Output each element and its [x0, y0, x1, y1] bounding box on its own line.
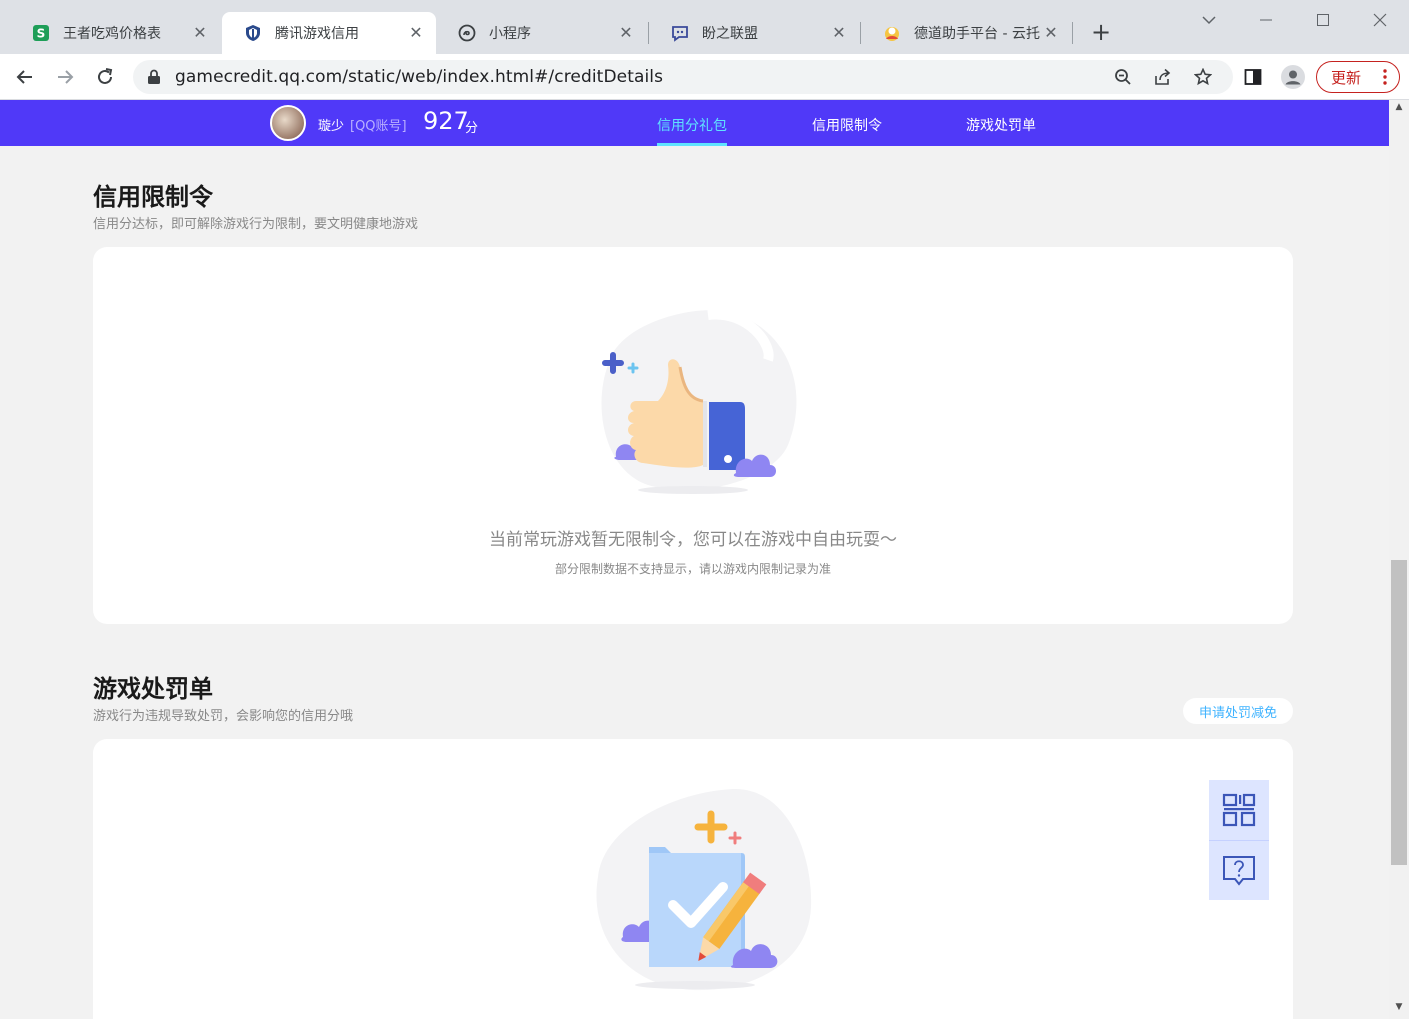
- profile-icon[interactable]: [1279, 63, 1307, 91]
- scroll-thumb[interactable]: [1391, 560, 1407, 865]
- tab-tencent-credit[interactable]: 腾讯游戏信用 ✕: [222, 12, 436, 54]
- apply-penalty-reduction-button[interactable]: 申请处罚减免: [1183, 698, 1293, 724]
- close-icon[interactable]: ✕: [408, 25, 424, 41]
- tab-title: 小程序: [489, 26, 531, 42]
- tab-title: 德道助手平台 - 云托: [914, 26, 1040, 42]
- score-unit: 分: [465, 121, 479, 136]
- new-tab-button[interactable]: +: [1088, 20, 1114, 46]
- update-button[interactable]: 更新: [1316, 61, 1400, 93]
- browser-toolbar: gamecredit.qq.com/static/web/index.html#…: [0, 54, 1409, 100]
- close-icon[interactable]: ✕: [831, 25, 847, 41]
- miniprogram-icon: [458, 24, 476, 42]
- url-text[interactable]: gamecredit.qq.com/static/web/index.html#…: [175, 67, 663, 87]
- close-icon[interactable]: ✕: [618, 25, 634, 41]
- restriction-card: 当前常玩游戏暂无限制令，您可以在游戏中自由玩耍～ 部分限制数据不支持显示，请以游…: [93, 247, 1293, 624]
- close-icon[interactable]: ✕: [192, 25, 208, 41]
- restriction-empty-message: 当前常玩游戏暂无限制令，您可以在游戏中自由玩耍～: [489, 530, 897, 550]
- qr-code-icon: [1222, 793, 1256, 827]
- back-icon[interactable]: [11, 63, 39, 91]
- penalty-subtitle: 游戏行为违规导致处罚，会影响您的信用分哦: [93, 709, 354, 724]
- close-icon[interactable]: ✕: [1043, 25, 1059, 41]
- nav-penalty[interactable]: 游戏处罚单: [966, 115, 1036, 135]
- tab-price-sheet[interactable]: S 王者吃鸡价格表 ✕: [10, 12, 220, 54]
- site-nav: 璇少 [QQ账号] 927 分 信用分礼包 信用限制令 游戏处罚单: [0, 100, 1389, 146]
- dedao-icon: [883, 24, 901, 42]
- credit-score: 927: [423, 107, 469, 135]
- tab-search-icon[interactable]: [1194, 8, 1224, 32]
- page-scrollbar[interactable]: ▲ ▼: [1389, 100, 1409, 1019]
- user-name: 璇少: [318, 119, 345, 134]
- nav-restriction[interactable]: 信用限制令: [812, 115, 882, 135]
- tab-pan-alliance[interactable]: 盼之联盟 ✕: [649, 12, 859, 54]
- scroll-down-icon[interactable]: ▼: [1389, 1002, 1409, 1016]
- sheets-icon: S: [32, 24, 50, 42]
- side-panel-icon[interactable]: [1239, 63, 1267, 91]
- window-close-icon[interactable]: [1365, 8, 1395, 32]
- tab-title: 盼之联盟: [702, 26, 758, 42]
- forward-icon[interactable]: [51, 63, 79, 91]
- scroll-up-icon[interactable]: ▲: [1389, 102, 1409, 116]
- update-label: 更新: [1331, 68, 1362, 87]
- tab-title: 腾讯游戏信用: [275, 26, 359, 42]
- bookmark-star-icon[interactable]: [1189, 63, 1217, 91]
- nav-active-underline: [657, 143, 727, 146]
- help-feedback-icon: [1223, 855, 1255, 886]
- share-icon[interactable]: [1149, 63, 1177, 91]
- account-type: [QQ账号]: [350, 119, 407, 134]
- tab-strip: S 王者吃鸡价格表 ✕ 腾讯游戏信用 ✕ 小程序 ✕ 盼之联盟 ✕ 德道助手平台…: [0, 0, 1409, 54]
- floating-toolbar: [1209, 780, 1269, 900]
- tencent-shield-icon: [244, 24, 262, 42]
- restriction-title: 信用限制令: [93, 183, 213, 211]
- address-bar[interactable]: gamecredit.qq.com/static/web/index.html#…: [133, 60, 1233, 94]
- nav-credit-gift[interactable]: 信用分礼包: [657, 115, 727, 135]
- tab-title: 王者吃鸡价格表: [63, 26, 161, 42]
- menu-dots-icon: [1383, 69, 1387, 85]
- zoom-icon[interactable]: [1109, 63, 1137, 91]
- minimize-icon[interactable]: [1251, 8, 1281, 32]
- checklist-pencil-illustration: [596, 788, 812, 991]
- penalty-title: 游戏处罚单: [93, 675, 213, 703]
- restriction-subtitle: 信用分达标，即可解除游戏行为限制，要文明健康地游戏: [93, 217, 419, 232]
- reload-icon[interactable]: [91, 63, 119, 91]
- penalty-card: [93, 739, 1293, 1019]
- tab-dedao[interactable]: 德道助手平台 - 云托 ✕: [861, 12, 1071, 54]
- qr-code-button[interactable]: [1209, 780, 1269, 840]
- tab-miniprogram[interactable]: 小程序 ✕: [436, 12, 646, 54]
- lock-icon[interactable]: [147, 69, 161, 89]
- maximize-icon[interactable]: [1308, 8, 1338, 32]
- svg-text:S: S: [37, 27, 46, 41]
- help-feedback-button[interactable]: [1209, 840, 1269, 900]
- avatar[interactable]: [270, 105, 306, 141]
- restriction-empty-note: 部分限制数据不支持显示，请以游戏内限制记录为准: [554, 562, 831, 576]
- pan-alliance-icon: [671, 24, 689, 42]
- thumbs-up-illustration: [601, 309, 797, 494]
